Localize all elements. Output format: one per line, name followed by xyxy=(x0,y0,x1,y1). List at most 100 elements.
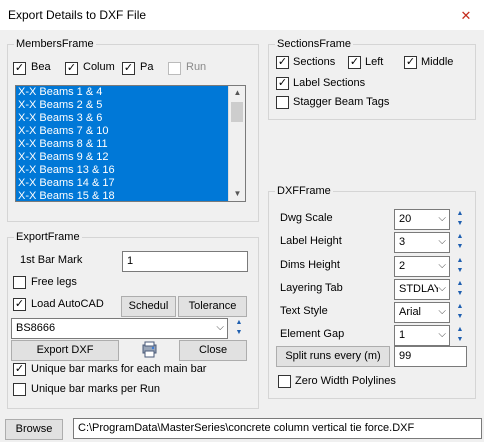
list-item[interactable]: X-X Beams 2 & 5 xyxy=(16,99,245,112)
middle-checkbox-label: Middle xyxy=(421,56,454,68)
spin-down-icon[interactable]: ▼ xyxy=(455,266,465,275)
list-item[interactable]: X-X Beams 15 & 18 xyxy=(16,190,245,201)
run-checkbox-label: Run xyxy=(186,61,207,73)
spin-up-icon[interactable]: ▲ xyxy=(455,325,465,334)
list-item[interactable]: X-X Beams 1 & 4 xyxy=(16,86,245,99)
load-autocad-label: Load AutoCAD xyxy=(31,298,104,310)
element-gap-combo[interactable]: 1 ⌵ xyxy=(394,325,450,346)
chevron-down-icon[interactable]: ⌵ xyxy=(438,283,446,294)
spin-down-icon[interactable]: ▼ xyxy=(455,242,465,251)
split-runs-input[interactable]: 99 xyxy=(394,346,467,367)
label-height-label: Label Height xyxy=(280,235,342,247)
first-bar-mark-input[interactable]: 1 xyxy=(122,251,248,272)
columns-checkbox[interactable] xyxy=(65,62,78,75)
left-checkbox[interactable] xyxy=(348,56,361,69)
spin-up-icon[interactable]: ▲ xyxy=(455,279,465,288)
chevron-down-icon[interactable]: ⌵ xyxy=(438,236,446,247)
text-style-value: Arial xyxy=(399,306,422,318)
unique-main-bar-checkbox[interactable] xyxy=(13,363,26,376)
export-frame-label: ExportFrame xyxy=(14,231,82,243)
list-item[interactable]: X-X Beams 9 & 12 xyxy=(16,151,245,164)
pads-checkbox[interactable] xyxy=(122,62,135,75)
scroll-thumb[interactable] xyxy=(231,102,243,122)
label-height-spin-icon[interactable]: ▲ ▼ xyxy=(455,232,465,252)
label-height-value: 3 xyxy=(399,236,406,248)
spin-up-icon[interactable]: ▲ xyxy=(455,302,465,311)
members-listbox[interactable]: X-X Beams 1 & 4 X-X Beams 2 & 5 X-X Beam… xyxy=(15,85,246,202)
spin-up-icon[interactable]: ▲ xyxy=(455,209,465,218)
close-icon[interactable]: ✕ xyxy=(458,9,474,23)
sections-checkbox[interactable] xyxy=(276,56,289,69)
browse-button[interactable]: Browse xyxy=(5,419,63,440)
zero-width-polylines-checkbox[interactable] xyxy=(278,375,291,388)
element-gap-label: Element Gap xyxy=(280,328,345,340)
dwg-scale-label: Dwg Scale xyxy=(280,212,333,224)
list-scrollbar[interactable]: ▲ ▼ xyxy=(228,86,245,201)
list-item[interactable]: X-X Beams 8 & 11 xyxy=(16,138,245,151)
chevron-down-icon[interactable]: ⌵ xyxy=(216,322,224,333)
spin-down-icon[interactable]: ▼ xyxy=(455,289,465,298)
layering-tab-combo[interactable]: STDLAY ⌵ xyxy=(394,279,450,300)
list-item[interactable]: X-X Beams 7 & 10 xyxy=(16,125,245,138)
layering-tab-value: STDLAY xyxy=(399,283,441,295)
spin-up-icon[interactable]: ▲ xyxy=(455,232,465,241)
list-item[interactable]: X-X Beams 14 & 17 xyxy=(16,177,245,190)
left-checkbox-label: Left xyxy=(365,56,384,68)
close-button[interactable]: Close xyxy=(179,340,247,361)
dims-height-label: Dims Height xyxy=(280,259,340,271)
list-item[interactable]: X-X Beams 3 & 6 xyxy=(16,112,245,125)
layering-tab-spin-icon[interactable]: ▲ ▼ xyxy=(455,279,465,299)
window-title: Export Details to DXF File xyxy=(8,8,147,22)
element-gap-spin-icon[interactable]: ▲ ▼ xyxy=(455,325,465,345)
split-runs-button[interactable]: Split runs every (m) xyxy=(276,346,390,367)
spin-down-icon[interactable]: ▼ xyxy=(234,328,244,337)
text-style-combo[interactable]: Arial ⌵ xyxy=(394,302,450,323)
scroll-down-icon[interactable]: ▼ xyxy=(229,187,245,201)
unique-main-bar-label: Unique bar marks for each main bar xyxy=(31,363,207,375)
sections-checkbox-label: Sections xyxy=(293,56,336,68)
columns-checkbox-label: Colum xyxy=(83,61,115,73)
stagger-beam-tags-label: Stagger Beam Tags xyxy=(293,96,390,108)
list-item[interactable]: X-X Beams 13 & 16 xyxy=(16,164,245,177)
title-bar: Export Details to DXF File ✕ xyxy=(0,0,484,30)
load-autocad-checkbox[interactable] xyxy=(13,298,26,311)
dims-height-value: 2 xyxy=(399,260,406,272)
chevron-down-icon[interactable]: ⌵ xyxy=(438,306,446,317)
dims-height-spin-icon[interactable]: ▲ ▼ xyxy=(455,256,465,276)
dwg-scale-combo[interactable]: 20 ⌵ xyxy=(394,209,450,230)
unique-per-run-checkbox[interactable] xyxy=(13,383,26,396)
spin-down-icon[interactable]: ▼ xyxy=(455,219,465,228)
spin-down-icon[interactable]: ▼ xyxy=(455,312,465,321)
spin-up-icon[interactable]: ▲ xyxy=(234,318,244,327)
tolerance-button[interactable]: Tolerance xyxy=(178,296,247,317)
label-height-combo[interactable]: 3 ⌵ xyxy=(394,232,450,253)
sections-frame-label: SectionsFrame xyxy=(275,38,353,50)
element-gap-value: 1 xyxy=(399,329,406,341)
middle-checkbox[interactable] xyxy=(404,56,417,69)
standard-combo[interactable]: BS8666 ⌵ xyxy=(11,318,228,339)
first-bar-mark-label: 1st Bar Mark xyxy=(20,254,83,266)
chevron-down-icon[interactable]: ⌵ xyxy=(438,213,446,224)
free-legs-checkbox[interactable] xyxy=(13,276,26,289)
layering-tab-label: Layering Tab xyxy=(280,282,343,294)
run-checkbox[interactable] xyxy=(168,62,181,75)
standard-value: BS8666 xyxy=(16,322,56,334)
chevron-down-icon[interactable]: ⌵ xyxy=(438,329,446,340)
dwg-scale-value: 20 xyxy=(399,213,412,225)
chevron-down-icon[interactable]: ⌵ xyxy=(438,260,446,271)
spin-down-icon[interactable]: ▼ xyxy=(455,335,465,344)
print-preview-icon[interactable] xyxy=(141,341,158,358)
pads-checkbox-label: Pa xyxy=(140,61,154,73)
dwg-scale-spin-icon[interactable]: ▲ ▼ xyxy=(455,209,465,229)
output-path-field[interactable]: C:\ProgramData\MasterSeries\concrete col… xyxy=(73,418,482,439)
stagger-beam-tags-checkbox[interactable] xyxy=(276,96,289,109)
dims-height-combo[interactable]: 2 ⌵ xyxy=(394,256,450,277)
text-style-spin-icon[interactable]: ▲ ▼ xyxy=(455,302,465,322)
schedul-button[interactable]: Schedul xyxy=(121,296,176,317)
standard-spin-icon[interactable]: ▲ ▼ xyxy=(234,318,244,338)
label-sections-checkbox[interactable] xyxy=(276,77,289,90)
beams-checkbox[interactable] xyxy=(13,62,26,75)
scroll-up-icon[interactable]: ▲ xyxy=(229,86,245,100)
spin-up-icon[interactable]: ▲ xyxy=(455,256,465,265)
export-dxf-button[interactable]: Export DXF xyxy=(11,340,119,361)
